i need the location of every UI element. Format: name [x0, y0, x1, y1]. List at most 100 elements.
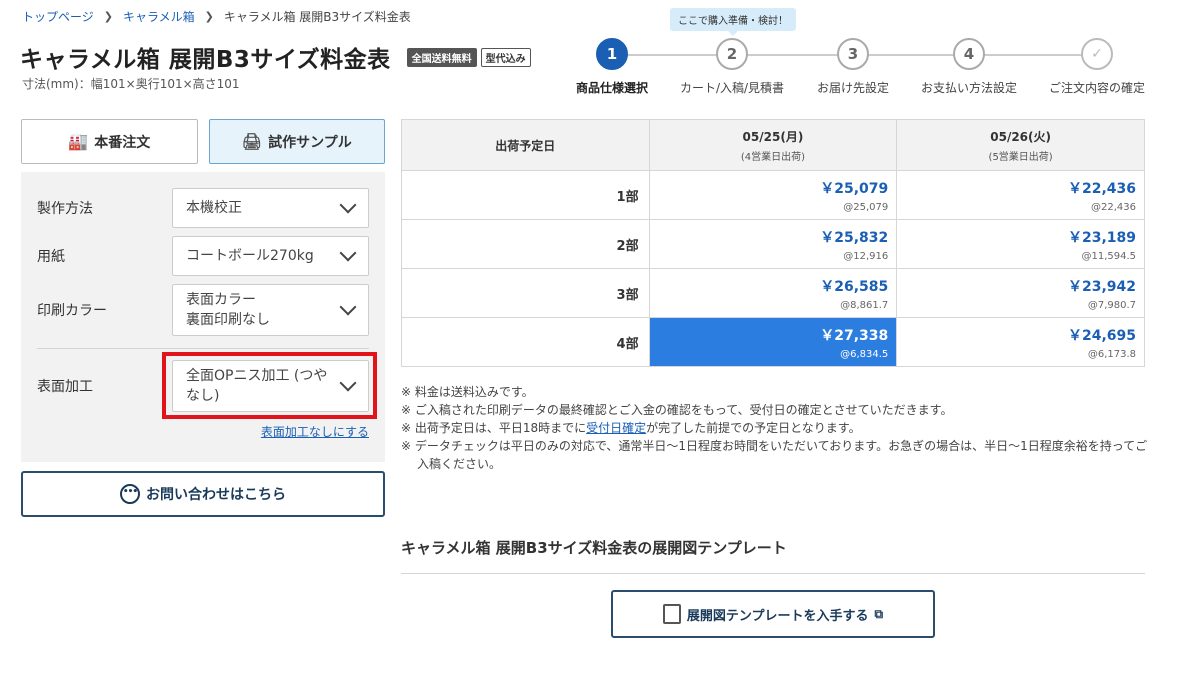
spec-label: 用紙 [37, 249, 65, 265]
chevron-down-icon [339, 244, 357, 262]
price-amount: ￥26,585 [820, 278, 889, 295]
table-row: 1部 ￥25,079 @25,079 ￥22,436 @22,436 [401, 170, 1145, 220]
column-note: (4営業日出荷) [740, 151, 806, 163]
date-column-header: 05/25(月) (4営業日出荷) [648, 119, 898, 171]
dimension-text: 寸法(mm)：幅101×奥行101×高さ101 [22, 77, 240, 91]
quantity-cell: 3部 [401, 268, 650, 318]
step-label: お支払い方法設定 [920, 81, 1017, 95]
step-label: カート/入稿/見積書 [679, 81, 785, 95]
production-order-label: 本番注文 [94, 134, 151, 151]
check-icon: ✓ [1081, 38, 1113, 70]
acceptance-date-link[interactable]: 受付日確定 [586, 421, 646, 435]
price-notes: ※ 料金は送料込みです。 ※ ご入稿された印刷データの最終確認とご入金の確認をも… [401, 383, 1151, 473]
note-item: ※ ご入稿された印刷データの最終確認とご入金の確認をもって、受付日の確定とさせて… [401, 403, 953, 417]
order-steps: ここで購入準備・検討！ 1 商品仕様選択 2 カート/入稿/見積書 3 お届け先… [570, 8, 1160, 98]
spec-row-paper: 用紙 コートボール270kg [37, 236, 369, 276]
sample-order-label: 試作サンプル [268, 134, 352, 151]
printer-icon: 🖨 [241, 132, 263, 151]
price-cell[interactable]: ￥24,695 @6,173.8 [896, 317, 1145, 367]
template-heading: キャラメル箱 展開B3サイズ料金表の展開図テンプレート [401, 539, 787, 557]
production-order-tab[interactable]: 🏭 本番注文 [21, 119, 198, 164]
ship-date-header: 出荷予定日 [401, 119, 650, 171]
no-finish-link[interactable]: 表面加工なしにする [261, 423, 369, 440]
price-amount: ￥25,832 [820, 229, 889, 246]
table-row: 2部 ￥25,832 @12,916 ￥23,189 @11,594.5 [401, 219, 1145, 269]
date-column-header: 05/26(火) (5営業日出荷) [896, 119, 1145, 171]
quantity-cell: 2部 [401, 219, 650, 269]
external-link-icon: ⧉ [874, 606, 884, 621]
chat-icon: ••• [120, 484, 140, 504]
step-4: 4 お支払い方法設定 [909, 38, 1029, 96]
note-text: が完了した前提での予定日となります。 [646, 421, 861, 435]
price-cell[interactable]: ￥26,585 @8,861.7 [648, 268, 898, 318]
select-value-line1: 表面カラー [186, 291, 256, 308]
step-number: 2 [716, 38, 748, 70]
spec-label: 印刷カラー [37, 303, 107, 319]
method-select[interactable]: 本機校正 [172, 188, 369, 228]
unit-price: @6,173.8 [1087, 348, 1136, 360]
price-cell[interactable]: ￥23,942 @7,980.7 [896, 268, 1145, 318]
unit-price: @7,980.7 [1087, 299, 1136, 311]
price-cell[interactable]: ￥23,189 @11,594.5 [896, 219, 1145, 269]
column-date: 05/26(火) [990, 129, 1052, 144]
table-row: 4部 ￥27,338 @6,834.5 ￥24,695 @6,173.8 [401, 317, 1145, 367]
get-template-label: 展開図テンプレートを入手する [686, 608, 869, 624]
note-item: ※ 料金は送料込みです。 [401, 385, 534, 399]
step-2: 2 カート/入稿/見積書 [672, 38, 792, 96]
step-3: 3 お届け先設定 [793, 38, 913, 96]
select-value: 本機校正 [186, 199, 242, 216]
unit-price: @11,594.5 [1081, 250, 1136, 262]
price-amount: ￥23,189 [1067, 229, 1136, 246]
unit-price: @12,916 [843, 250, 889, 262]
step-1: 1 商品仕様選択 [552, 38, 672, 96]
contact-button[interactable]: ••• お問い合わせはこちら [21, 471, 385, 517]
step-note: ここで購入準備・検討！ [670, 8, 796, 36]
unit-price: @22,436 [1091, 201, 1136, 213]
column-note: (5営業日出荷) [988, 151, 1053, 163]
title-row: キャラメル箱 展開B3サイズ料金表 全国送料無料 型代込み [20, 40, 531, 74]
chevron-right-icon: ❯ [204, 10, 214, 23]
breadcrumb-top[interactable]: トップページ [22, 8, 94, 25]
divider [401, 573, 1145, 574]
price-cell[interactable]: ￥25,832 @12,916 [648, 219, 898, 269]
spec-label: 表面加工 [37, 379, 93, 395]
select-value: 表面カラー 裏面印刷なし [186, 290, 270, 331]
chevron-right-icon: ❯ [103, 10, 113, 23]
paper-select[interactable]: コートボール270kg [172, 236, 369, 276]
spec-label: 製作方法 [37, 201, 93, 217]
unit-price: @6,834.5 [840, 348, 889, 360]
note-text: ※ 出荷予定日は、平日18時までに [401, 421, 587, 435]
contact-button-label: お問い合わせはこちら [146, 487, 286, 503]
step-label: お届け先設定 [816, 81, 889, 95]
price-table: 出荷予定日 05/25(月) (4営業日出荷) 05/26(火) (5営業日出荷… [401, 119, 1145, 367]
unit-price: @25,079 [843, 201, 889, 213]
spec-row-color: 印刷カラー 表面カラー 裏面印刷なし [37, 284, 369, 336]
price-cell-selected[interactable]: ￥27,338 @6,834.5 [648, 317, 898, 367]
spec-row-method: 製作方法 本機校正 [37, 188, 369, 228]
get-template-button[interactable]: 展開図テンプレートを入手する ⧉ [611, 590, 935, 638]
quantity-cell: 1部 [401, 170, 650, 220]
price-amount: ￥24,695 [1067, 327, 1136, 344]
column-date: 05/25(月) [742, 129, 804, 144]
step-number: 1 [596, 38, 628, 70]
table-row: 3部 ￥26,585 @8,861.7 ￥23,942 @7,980.7 [401, 268, 1145, 318]
price-amount: ￥25,079 [820, 180, 889, 197]
select-value: コートボール270kg [186, 247, 314, 264]
step-5: ✓ ご注文内容の確定 [1037, 38, 1157, 96]
divider [37, 348, 369, 349]
breadcrumb-current: キャラメル箱 展開B3サイズ料金表 [223, 10, 411, 24]
step-label: ご注文内容の確定 [1048, 81, 1145, 95]
color-select[interactable]: 表面カラー 裏面印刷なし [172, 284, 369, 336]
step-number: 4 [953, 38, 985, 70]
price-cell[interactable]: ￥22,436 @22,436 [896, 170, 1145, 220]
price-amount: ￥22,436 [1067, 180, 1136, 197]
factory-icon: 🏭 [68, 132, 89, 151]
sample-order-tab[interactable]: 🖨 試作サンプル [208, 119, 385, 164]
price-cell[interactable]: ￥25,079 @25,079 [648, 170, 898, 220]
select-value-line2: 裏面印刷なし [186, 312, 270, 328]
chevron-down-icon [339, 196, 357, 214]
note-item: ※ データチェックは平日のみの対応で、通常半日〜1日程度お時間をいただいておりま… [401, 439, 1148, 471]
chevron-down-icon [339, 298, 357, 316]
breadcrumb-category[interactable]: キャラメル箱 [123, 8, 195, 25]
page-title: キャラメル箱 展開B3サイズ料金表 [20, 47, 391, 73]
